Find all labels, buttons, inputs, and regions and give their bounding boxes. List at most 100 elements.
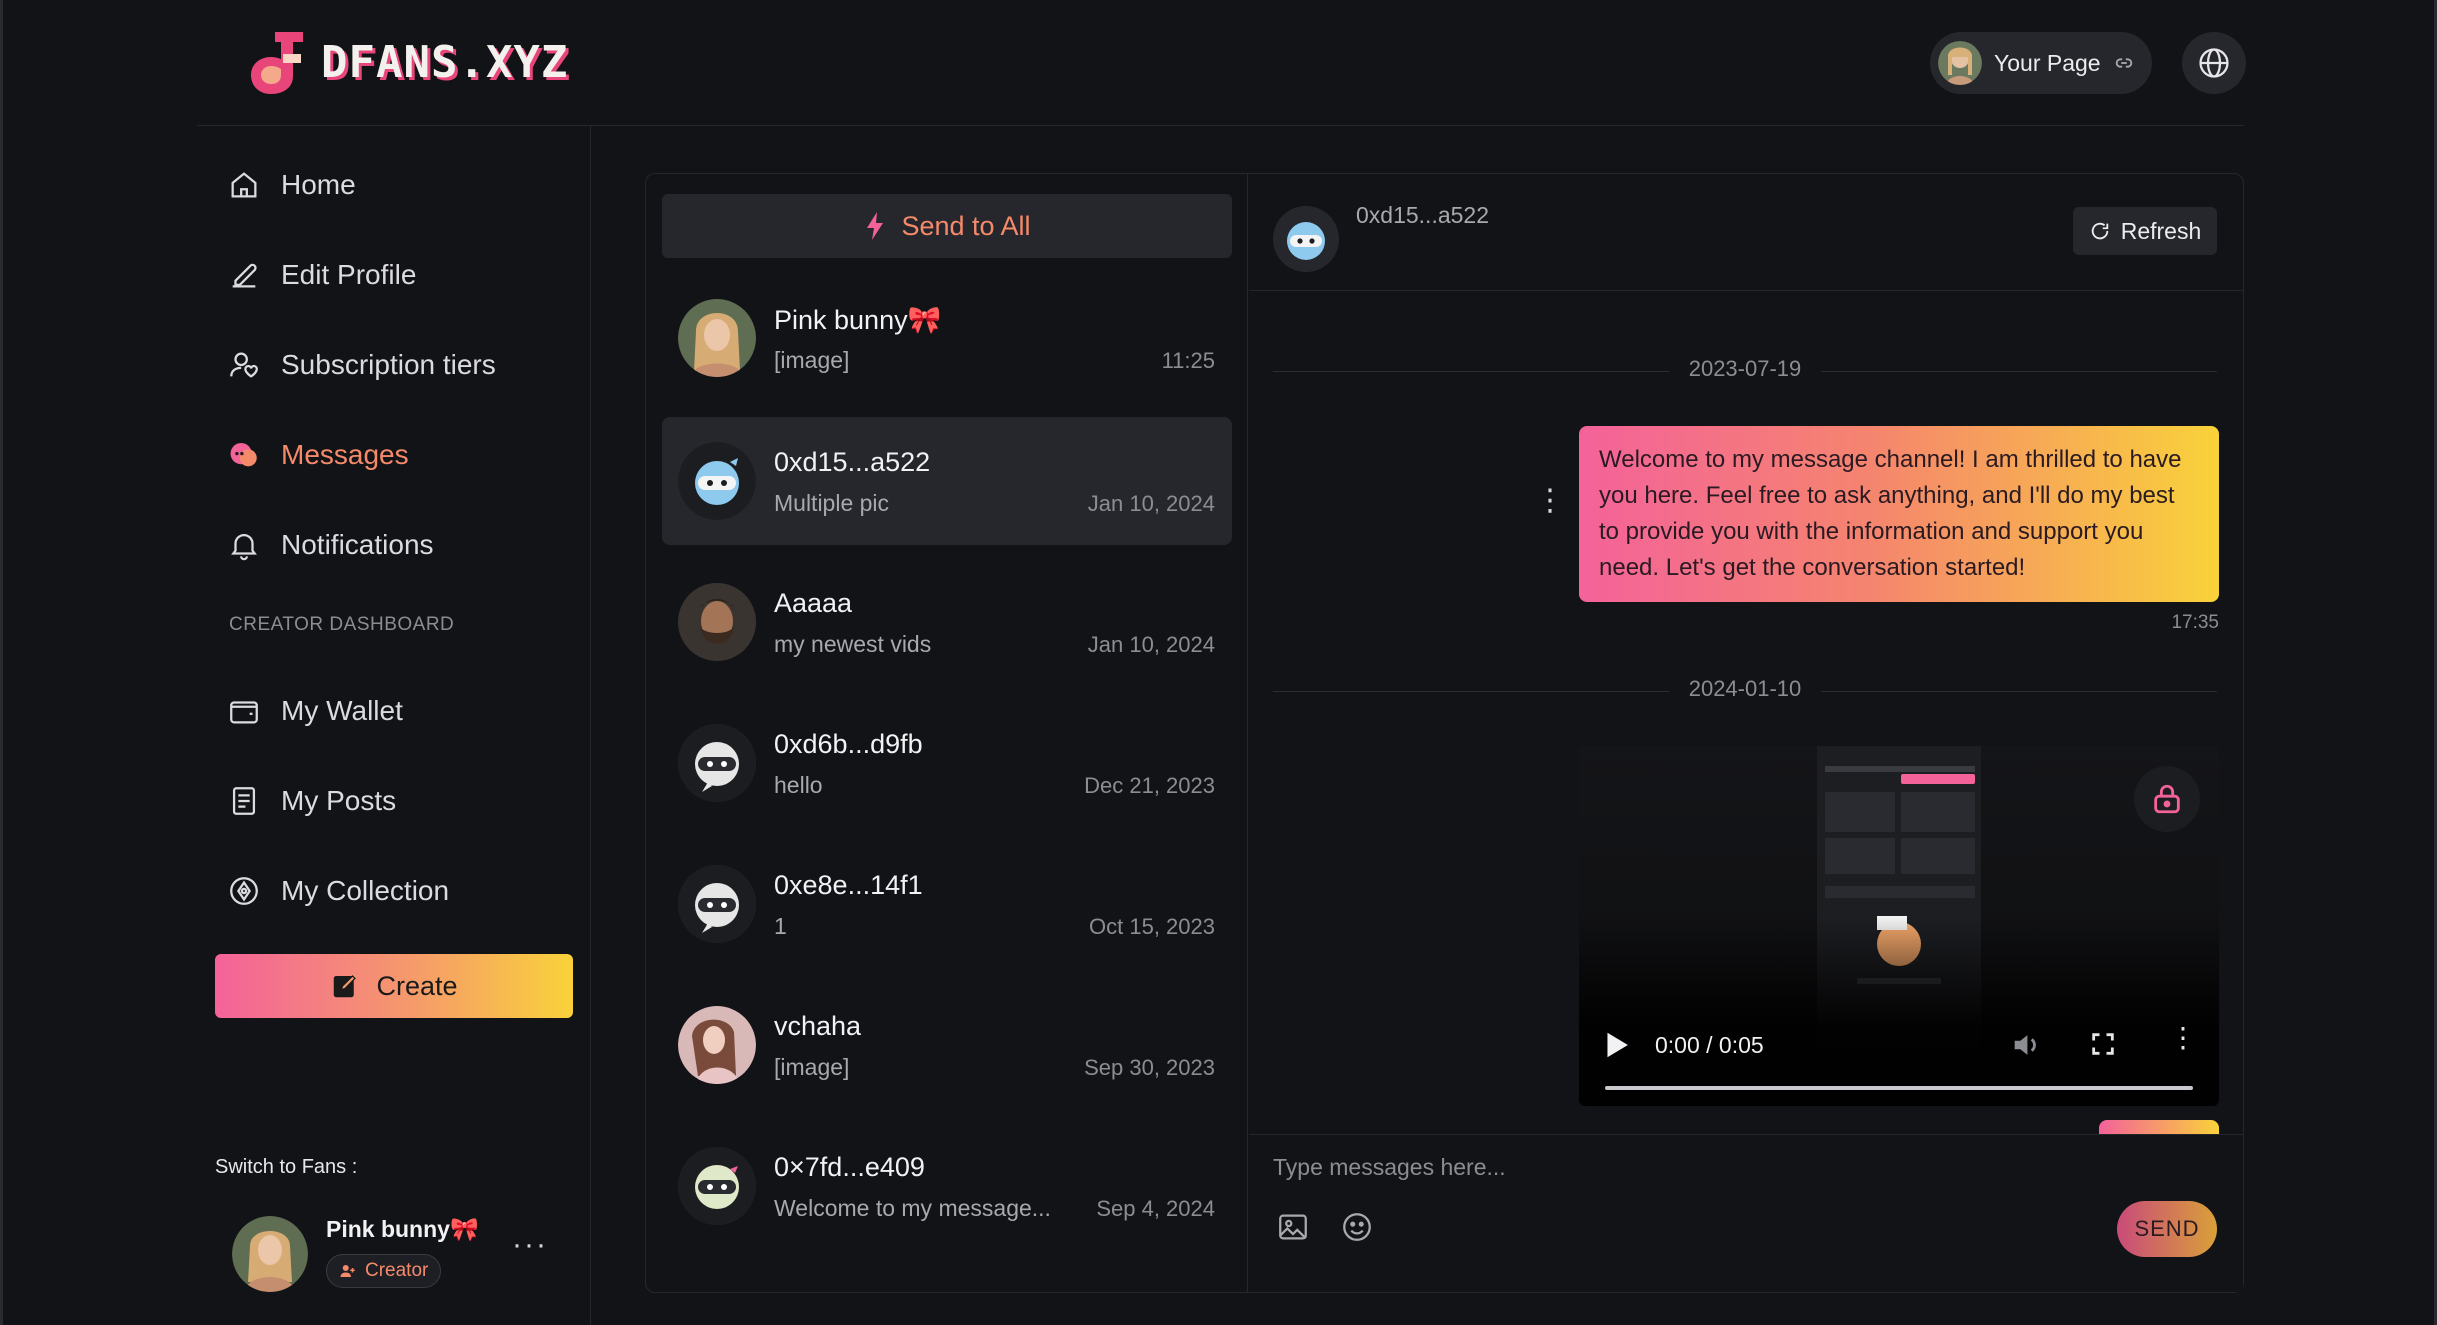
language-button[interactable] <box>2182 32 2246 94</box>
sidebar-item-messages[interactable]: Messages <box>227 430 567 480</box>
sidebar-item-edit-profile[interactable]: Edit Profile <box>227 250 567 300</box>
conversation-item[interactable]: Pink bunny🎀 [image] 11:25 <box>662 274 1232 402</box>
conversation-preview: [image] <box>774 1054 850 1080</box>
date-separator: 2024-01-10 <box>1273 676 2217 706</box>
messages-panel: Send to All Pink bunny🎀 [image] 11:25 0x… <box>645 173 2244 1293</box>
link-icon <box>2115 58 2132 68</box>
lock-button[interactable] <box>2134 766 2200 832</box>
sidebar-item-label: Messages <box>281 439 409 470</box>
logo-text: DFANS.XYZ <box>321 36 569 88</box>
conversation-name: 0xd15...a522 <box>774 447 931 477</box>
message-time: 17:35 <box>2171 612 2219 633</box>
avatar <box>232 1216 308 1292</box>
lightning-icon <box>867 212 884 240</box>
conversation-item[interactable]: vchaha [image] Sep 30, 2023 <box>662 981 1232 1109</box>
conversation-preview: hello <box>774 772 823 798</box>
conversation-time: Sep 4, 2024 <box>1096 1196 1215 1221</box>
logo[interactable]: DFANS.XYZ <box>247 28 568 96</box>
play-icon[interactable] <box>1603 1030 1631 1060</box>
message-bubble: Welcome to my message channel! I am thri… <box>1579 426 2219 602</box>
video-time: 0:00 / 0:05 <box>1655 1032 1764 1058</box>
message-menu-icon[interactable]: ⋮ <box>1535 486 1565 516</box>
bell-icon <box>231 534 257 561</box>
image-upload-icon[interactable] <box>1273 1207 1313 1247</box>
ninja-avatar <box>678 724 756 802</box>
ninja-avatar <box>678 865 756 943</box>
create-button-label: Create <box>376 970 458 1001</box>
chat-bubbles-icon <box>230 442 257 467</box>
collection-icon <box>230 877 258 905</box>
conversation-item[interactable]: Aaaaa my newest vids Jan 10, 2024 <box>662 558 1232 686</box>
volume-icon[interactable] <box>2009 1028 2043 1062</box>
conversation-name: Aaaaa <box>774 588 853 618</box>
ninja-avatar <box>1273 206 1339 272</box>
conversation-time: Sep 30, 2023 <box>1084 1055 1215 1080</box>
conversation-name: vchaha <box>774 1011 862 1041</box>
sidebar-item-my-posts[interactable]: My Posts <box>227 776 567 826</box>
date-separator: 2023-07-19 <box>1273 356 2217 386</box>
conversation-preview: 1 <box>774 913 787 939</box>
sidebar-item-label: My Wallet <box>281 695 403 726</box>
sidebar-item-my-wallet[interactable]: My Wallet <box>227 686 567 736</box>
refresh-icon <box>2091 222 2108 240</box>
avatar <box>678 1006 756 1084</box>
ninja-avatar <box>678 442 756 520</box>
sidebar: Home Edit Profile Subscription tiers Mes… <box>197 126 591 1325</box>
video-controls: 0:00 / 0:05 ⋮ <box>1579 1018 2219 1078</box>
edit-square-icon <box>334 975 357 998</box>
sidebar-item-my-collection[interactable]: My Collection <box>227 866 567 916</box>
current-profile[interactable]: Pink bunny🎀 Creator ··· <box>232 1214 562 1294</box>
conversation-item[interactable]: 0xd6b...d9fb hello Dec 21, 2023 <box>662 699 1232 827</box>
conversation-time: Jan 10, 2024 <box>1087 632 1215 657</box>
avatar <box>678 583 756 661</box>
video-more-icon[interactable]: ⋮ <box>2169 1024 2197 1052</box>
message-composer: SEND <box>1249 1134 2243 1292</box>
profile-name: Pink bunny🎀 <box>326 1216 479 1242</box>
chat-contact-name: 0xd15...a522 <box>1356 202 1490 228</box>
document-icon <box>232 787 256 815</box>
conversation-time: 11:25 <box>1161 348 1215 373</box>
globe-icon <box>2199 48 2229 78</box>
sidebar-item-label: My Posts <box>281 785 397 816</box>
your-page-button[interactable]: Your Page <box>1930 32 2152 94</box>
video-message[interactable]: 0:00 / 0:05 ⋮ <box>1579 746 2219 1106</box>
sidebar-item-label: Notifications <box>281 529 434 560</box>
conversation-time: Dec 21, 2023 <box>1084 773 1215 798</box>
creator-badge: Creator <box>326 1254 442 1288</box>
sidebar-item-label: Home <box>281 169 356 200</box>
switch-to-fans-label: Switch to Fans : <box>215 1156 358 1178</box>
conversation-item[interactable]: 0xe8e...14f1 1 Oct 15, 2023 <box>662 840 1232 968</box>
send-button[interactable]: SEND <box>2117 1201 2217 1257</box>
avatar <box>678 299 756 377</box>
refresh-button[interactable]: Refresh <box>2073 207 2217 255</box>
sidebar-item-label: Subscription tiers <box>281 349 496 380</box>
more-options-icon[interactable]: ··· <box>512 1228 548 1262</box>
conversation-name: 0×7fd...e409 <box>774 1152 925 1182</box>
conversation-name: 0xd6b...d9fb <box>774 729 923 759</box>
sidebar-item-notifications[interactable]: Notifications <box>227 520 567 570</box>
fullscreen-icon[interactable] <box>2089 1030 2117 1058</box>
ninja-avatar <box>678 1147 756 1225</box>
emoji-icon[interactable] <box>1337 1207 1377 1247</box>
create-button[interactable]: Create <box>215 954 573 1018</box>
conversation-time: Oct 15, 2023 <box>1089 914 1215 939</box>
conversation-preview: my newest vids <box>774 631 932 657</box>
conversation-preview: Multiple pic <box>774 490 890 516</box>
pencil-icon <box>232 263 257 288</box>
sidebar-item-home[interactable]: Home <box>227 160 567 210</box>
message-input[interactable] <box>1273 1147 2173 1187</box>
chat-window: 0xd15...a522 Refresh 2023-07-19 ⋮ Welcom… <box>1249 174 2243 1292</box>
sidebar-item-subscription-tiers[interactable]: Subscription tiers <box>227 340 567 390</box>
sidebar-item-label: My Collection <box>281 875 450 906</box>
top-header: DFANS.XYZ Your Page <box>197 0 2246 126</box>
conversation-item[interactable]: 0×7fd...e409 Welcome to my message... Se… <box>662 1122 1232 1250</box>
video-progress-bar[interactable] <box>1605 1086 2193 1090</box>
send-to-all-button[interactable]: Send to All <box>662 194 1232 258</box>
sidebar-item-label: Edit Profile <box>281 259 417 290</box>
creator-dashboard-label: CREATOR DASHBOARD <box>229 614 455 635</box>
lock-icon <box>2154 784 2180 814</box>
conversation-preview: Welcome to my message... <box>774 1195 1051 1221</box>
conversation-item[interactable]: 0xd15...a522 Multiple pic Jan 10, 2024 <box>662 417 1232 545</box>
conversation-list: Send to All Pink bunny🎀 [image] 11:25 0x… <box>646 174 1248 1292</box>
logo-mark-icon <box>251 32 303 94</box>
